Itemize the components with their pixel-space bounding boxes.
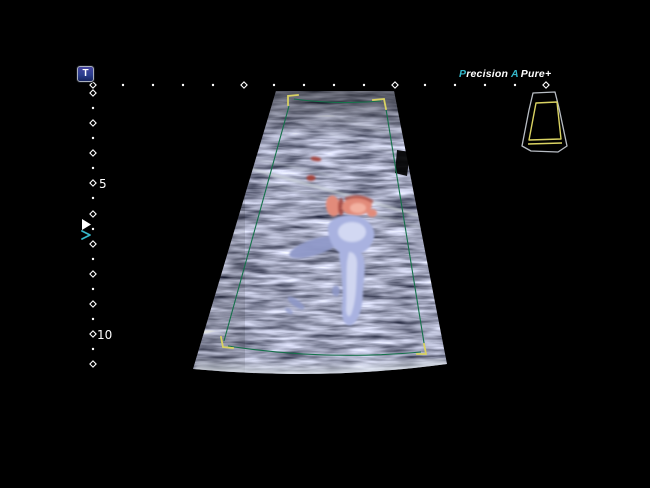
ruler-tick-minor — [92, 107, 94, 109]
ruler-tick-minor — [424, 84, 426, 86]
ruler-tick-minor — [212, 84, 214, 86]
ruler-tick-minor — [303, 84, 305, 86]
ruler-tick-major — [90, 211, 96, 217]
ruler-tick-major — [90, 271, 96, 277]
ruler-tick-major — [90, 82, 96, 88]
ruler-tick-minor — [273, 84, 275, 86]
near-field-shadow — [255, 91, 415, 139]
ruler-tick-minor — [333, 84, 335, 86]
mode-label-precision: Precision — [459, 68, 508, 80]
ruler-tick-major — [90, 301, 96, 307]
ruler-tick-major — [90, 180, 96, 186]
probe-orientation-icon — [522, 92, 567, 152]
mode-label-pure: APure+ — [511, 68, 551, 80]
ruler-tick-major — [90, 90, 96, 96]
ruler-tick-minor — [92, 288, 94, 290]
steer-chevron-icon — [82, 231, 90, 239]
ruler-tick-minor — [92, 228, 94, 230]
ruler-tick-major — [90, 120, 96, 126]
ruler-tick-minor — [363, 84, 365, 86]
ruler-tick-minor — [92, 197, 94, 199]
ruler-tick-minor — [92, 318, 94, 320]
ultrasound-screen: 5 10 — [0, 0, 650, 488]
precision-text: recision — [466, 68, 508, 80]
ruler-tick-minor — [122, 84, 124, 86]
scan-image — [185, 91, 447, 376]
far-field-band — [195, 362, 447, 373]
ruler-tick-major — [90, 241, 96, 247]
pure-text: Pure+ — [521, 68, 551, 80]
ruler-tick-major — [90, 331, 96, 337]
ruler-tick-major — [543, 82, 549, 88]
ruler-tick-major — [90, 150, 96, 156]
ruler-tick-minor — [514, 84, 516, 86]
orientation-t-marker: T — [77, 66, 94, 82]
depth-label: 10 — [97, 328, 112, 342]
focus-marker-icon — [82, 219, 91, 230]
ruler-tick-minor — [92, 167, 94, 169]
depth-label: 5 — [99, 177, 107, 191]
lateral-shadow — [185, 91, 245, 376]
ruler-tick-major — [392, 82, 398, 88]
pure-prefix: A — [511, 68, 519, 80]
ruler-tick-major — [241, 82, 247, 88]
ruler-tick-minor — [92, 258, 94, 260]
ruler-tick-minor — [484, 84, 486, 86]
ruler-tick-minor — [152, 84, 154, 86]
scan-scene: 5 10 — [0, 0, 650, 488]
ruler-tick-minor — [92, 348, 94, 350]
ruler-tick-major — [90, 361, 96, 367]
ruler-tick-minor — [454, 84, 456, 86]
ruler-tick-minor — [92, 137, 94, 139]
ruler-tick-minor — [182, 84, 184, 86]
